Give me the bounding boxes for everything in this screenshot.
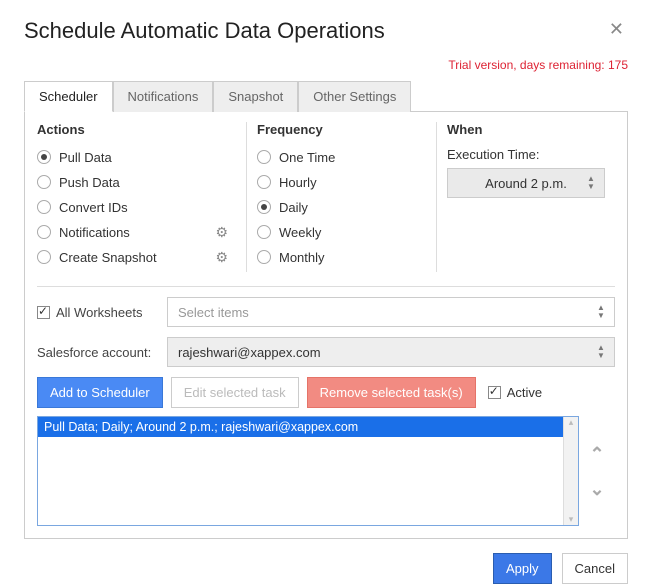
- trial-notice: Trial version, days remaining: 175: [24, 58, 628, 72]
- actions-title: Actions: [37, 122, 236, 137]
- radio-label: Pull Data: [59, 150, 112, 165]
- radio-label: Daily: [279, 200, 308, 215]
- all-worksheets-toggle[interactable]: All Worksheets: [37, 305, 167, 320]
- radio-label: Convert IDs: [59, 200, 128, 215]
- execution-time-label: Execution Time:: [447, 147, 605, 162]
- frequency-title: Frequency: [257, 122, 426, 137]
- task-listbox[interactable]: Pull Data; Daily; Around 2 p.m.; rajeshw…: [37, 416, 579, 526]
- worksheets-row: All Worksheets Select items ▲▼: [37, 297, 615, 327]
- radio-label: Monthly: [279, 250, 325, 265]
- button-row: Add to Scheduler Edit selected task Remo…: [37, 377, 615, 408]
- scheduler-dialog: Schedule Automatic Data Operations ✕ Tri…: [0, 0, 652, 578]
- action-push-data[interactable]: Push Data: [37, 172, 236, 192]
- stepper-icon: ▲▼: [582, 172, 600, 194]
- radio-label: Weekly: [279, 225, 321, 240]
- tab-snapshot[interactable]: Snapshot: [213, 81, 298, 112]
- action-create-snapshot[interactable]: Create Snapshot ⚙: [37, 247, 236, 267]
- active-label: Active: [507, 385, 542, 400]
- action-convert-ids[interactable]: Convert IDs: [37, 197, 236, 217]
- worksheets-select[interactable]: Select items ▲▼: [167, 297, 615, 327]
- radio-label: Create Snapshot: [59, 250, 157, 265]
- freq-weekly[interactable]: Weekly: [257, 222, 426, 242]
- freq-monthly[interactable]: Monthly: [257, 247, 426, 267]
- stepper-icon: ▲▼: [592, 301, 610, 323]
- frequency-section: Frequency One Time Hourly Daily Weekly: [247, 122, 437, 272]
- freq-daily[interactable]: Daily: [257, 197, 426, 217]
- checkbox-icon: [488, 386, 501, 399]
- tab-other-settings[interactable]: Other Settings: [298, 81, 411, 112]
- action-notifications[interactable]: Notifications ⚙: [37, 222, 236, 242]
- action-pull-data[interactable]: Pull Data: [37, 147, 236, 167]
- task-list-area: Pull Data; Daily; Around 2 p.m.; rajeshw…: [37, 416, 615, 526]
- radio-icon: [37, 200, 51, 214]
- radio-icon: [257, 250, 271, 264]
- task-item[interactable]: Pull Data; Daily; Around 2 p.m.; rajeshw…: [38, 417, 578, 437]
- worksheets-placeholder: Select items: [178, 305, 249, 320]
- radio-icon: [37, 225, 51, 239]
- reorder-controls: ⌃ ⌄: [579, 416, 615, 500]
- radio-icon: [257, 150, 271, 164]
- tab-scheduler[interactable]: Scheduler: [24, 81, 113, 112]
- scrollbar[interactable]: [563, 417, 578, 525]
- cancel-button[interactable]: Cancel: [562, 553, 628, 584]
- radio-label: Push Data: [59, 175, 120, 190]
- radio-icon: [257, 175, 271, 189]
- freq-hourly[interactable]: Hourly: [257, 172, 426, 192]
- freq-one-time[interactable]: One Time: [257, 147, 426, 167]
- actions-section: Actions Pull Data Push Data Convert IDs …: [37, 122, 247, 272]
- radio-icon: [37, 150, 51, 164]
- account-row: Salesforce account: rajeshwari@xappex.co…: [37, 337, 615, 367]
- all-worksheets-label: All Worksheets: [56, 305, 142, 320]
- dialog-title: Schedule Automatic Data Operations: [24, 18, 385, 44]
- scheduler-panel: Actions Pull Data Push Data Convert IDs …: [24, 112, 628, 539]
- execution-time-select[interactable]: Around 2 p.m. ▲▼: [447, 168, 605, 198]
- edit-task-button[interactable]: Edit selected task: [171, 377, 299, 408]
- gear-icon[interactable]: ⚙: [215, 225, 228, 239]
- radio-icon: [257, 225, 271, 239]
- account-value: rajeshwari@xappex.com: [178, 345, 321, 360]
- radio-icon: [37, 175, 51, 189]
- close-icon[interactable]: ✕: [605, 18, 628, 40]
- tab-notifications[interactable]: Notifications: [113, 81, 214, 112]
- radio-label: Notifications: [59, 225, 130, 240]
- title-row: Schedule Automatic Data Operations ✕: [24, 18, 628, 44]
- tab-bar: Scheduler Notifications Snapshot Other S…: [24, 80, 628, 112]
- dialog-footer: Apply Cancel: [24, 553, 628, 584]
- stepper-icon: ▲▼: [592, 341, 610, 363]
- sections: Actions Pull Data Push Data Convert IDs …: [37, 122, 615, 272]
- divider: [37, 286, 615, 287]
- checkbox-icon: [37, 306, 50, 319]
- when-section: When Execution Time: Around 2 p.m. ▲▼: [437, 122, 615, 272]
- move-down-icon[interactable]: ⌄: [589, 479, 604, 500]
- account-select[interactable]: rajeshwari@xappex.com ▲▼: [167, 337, 615, 367]
- when-title: When: [447, 122, 605, 137]
- radio-label: One Time: [279, 150, 335, 165]
- account-label: Salesforce account:: [37, 345, 167, 360]
- execution-time-value: Around 2 p.m.: [485, 176, 567, 191]
- radio-label: Hourly: [279, 175, 317, 190]
- add-to-scheduler-button[interactable]: Add to Scheduler: [37, 377, 163, 408]
- move-up-icon[interactable]: ⌃: [589, 444, 604, 465]
- active-toggle[interactable]: Active: [488, 385, 542, 400]
- remove-task-button[interactable]: Remove selected task(s): [307, 377, 476, 408]
- radio-icon: [37, 250, 51, 264]
- radio-icon: [257, 200, 271, 214]
- apply-button[interactable]: Apply: [493, 553, 552, 584]
- gear-icon[interactable]: ⚙: [215, 250, 228, 264]
